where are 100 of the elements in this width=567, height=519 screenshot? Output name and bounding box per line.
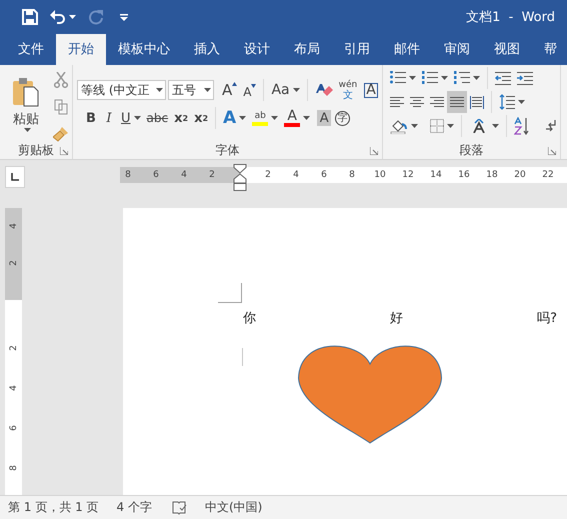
ruler-number: 6 (320, 169, 328, 182)
customize-button[interactable] (120, 13, 128, 21)
ruler-number: 10 (373, 169, 387, 182)
ribbon-tab[interactable]: 视图 (482, 34, 532, 65)
dialog-launcher-icon[interactable] (548, 146, 556, 154)
redo-icon (88, 9, 104, 25)
caret-icon[interactable] (134, 116, 141, 120)
document-text: 好 (390, 310, 404, 327)
sort-icon (514, 117, 530, 135)
tab-stop-button[interactable] (5, 166, 25, 188)
ribbon-tab[interactable]: 设计 (232, 34, 282, 65)
align-center-icon (410, 96, 424, 108)
window-title: 文档1 - Word (466, 9, 555, 26)
caret-icon[interactable] (409, 76, 416, 80)
align-right-icon (430, 96, 444, 108)
enclose-characters-button[interactable]: 字 (335, 110, 350, 126)
undo-button[interactable] (50, 10, 76, 24)
caret-icon[interactable] (292, 88, 300, 92)
align-justify-icon (450, 96, 464, 108)
document-text: 吗? (537, 310, 557, 327)
text-effects-button[interactable]: A (220, 107, 250, 129)
group-label: 剪贴板 (18, 142, 54, 159)
ruler-number: 2 (8, 345, 20, 351)
ribbon-tab[interactable]: 开始 (56, 34, 106, 65)
caret-icon[interactable] (24, 128, 31, 132)
shrink-font-button[interactable]: A (240, 79, 260, 101)
ruler-number: 6 (8, 425, 20, 431)
ruler-number: 4 (8, 385, 20, 391)
indent-marker[interactable] (233, 164, 247, 192)
underline-button[interactable]: U (118, 107, 144, 129)
language-status[interactable]: 中文(中国) (204, 499, 262, 516)
ruler-number: 4 (292, 169, 300, 182)
character-border-button[interactable]: A (364, 82, 378, 98)
caret-icon[interactable] (69, 15, 76, 19)
caret-icon[interactable] (303, 116, 310, 120)
dialog-launcher-icon[interactable] (370, 146, 378, 154)
font-color-button[interactable]: A (281, 107, 314, 129)
tab-stop-icon (11, 173, 19, 181)
ribbon-tab[interactable]: 布局 (282, 34, 332, 65)
dialog-launcher-icon[interactable] (60, 146, 68, 154)
caret-icon[interactable] (204, 88, 211, 92)
ribbon-tab[interactable]: 插入 (182, 34, 232, 65)
strikethrough-button[interactable]: abc (144, 107, 172, 129)
eraser-icon (314, 82, 333, 98)
ruler-number: 2 (208, 169, 216, 182)
character-shading-button[interactable]: A (317, 110, 332, 126)
increase-indent-icon (517, 72, 533, 84)
arrow-down-icon (251, 84, 256, 88)
ribbon-tab[interactable]: 模板中心 (106, 34, 182, 65)
line-spacing-icon (499, 94, 515, 110)
bullets-icon (390, 71, 406, 85)
ruler-number: 12 (401, 169, 415, 182)
page-count[interactable]: 第 1 页，共 1 页 (8, 499, 99, 516)
ruler-number: 14 (429, 169, 443, 182)
ruler-number: 4 (180, 169, 188, 182)
highlight-button[interactable]: ab (249, 107, 282, 129)
copy-icon (54, 99, 68, 115)
ruler-number: 8 (124, 169, 132, 182)
ribbon-tab[interactable]: 审阅 (432, 34, 482, 65)
caret-icon[interactable] (411, 124, 418, 128)
superscript-button[interactable]: x$^{2}$ (191, 107, 212, 129)
change-case-button[interactable]: Aa (268, 79, 303, 101)
word-count[interactable]: 4 个字 (116, 499, 152, 516)
ruler-number: 2 (264, 169, 272, 182)
caret-icon[interactable] (473, 76, 480, 80)
save-button[interactable] (22, 9, 38, 25)
multilevel-list-icon (454, 71, 470, 85)
ruler-number: 8 (8, 465, 20, 471)
caret-icon[interactable] (518, 100, 525, 104)
caret-icon[interactable] (156, 88, 163, 92)
ruler-number: 16 (457, 169, 471, 182)
borders-icon (430, 119, 444, 133)
font-name-field[interactable]: 等线 (中文正 (77, 80, 166, 100)
clipboard-icon (13, 76, 39, 106)
align-justify-button[interactable] (447, 91, 467, 113)
ribbon-tab[interactable]: 帮 (532, 34, 567, 65)
group-label: 字体 (216, 142, 240, 159)
caret-icon[interactable] (271, 116, 278, 120)
ribbon-tab[interactable]: 文件 (6, 34, 56, 65)
customize-icon (120, 13, 128, 21)
caret-icon[interactable] (492, 124, 499, 128)
ribbon-tab[interactable]: 邮件 (382, 34, 432, 65)
grow-font-button[interactable]: A (219, 79, 240, 101)
ribbon-tab[interactable]: 引用 (332, 34, 382, 65)
ruler-number: 20 (513, 169, 527, 182)
proofing-icon[interactable] (172, 500, 187, 514)
phonetic-guide-button[interactable]: wén 文 (336, 79, 360, 101)
paste-button[interactable]: 粘贴 (6, 71, 46, 137)
ruler-number: 6 (152, 169, 160, 182)
italic-button[interactable]: I (100, 107, 118, 129)
font-size-field[interactable]: 五号 (168, 80, 214, 100)
group-label: 段落 (460, 142, 484, 159)
format-painter-icon (53, 126, 69, 142)
ruler-number: 2 (8, 260, 20, 266)
caret-icon[interactable] (441, 76, 448, 80)
document-text: 你 (243, 310, 256, 327)
caret-icon[interactable] (239, 116, 246, 120)
bold-button[interactable]: B (82, 107, 100, 129)
caret-icon[interactable] (446, 124, 454, 128)
align-left-icon (390, 96, 404, 108)
